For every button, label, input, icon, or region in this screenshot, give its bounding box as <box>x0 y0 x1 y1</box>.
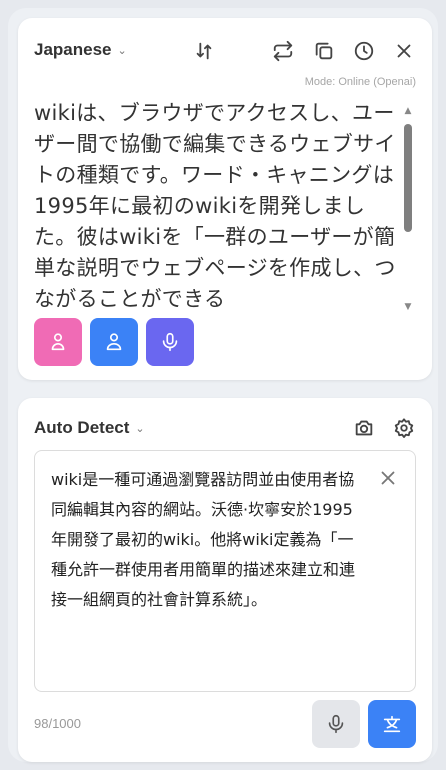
close-icon[interactable] <box>391 38 417 64</box>
microphone-button[interactable] <box>146 318 194 366</box>
chevron-down-icon: ⌄ <box>135 422 145 435</box>
microphone-icon <box>328 714 344 734</box>
male-voice-button[interactable] <box>90 318 138 366</box>
translate-button[interactable] <box>368 700 416 748</box>
microphone-icon <box>162 332 178 352</box>
translation-text[interactable]: wiki是一種可通過瀏覽器訪問並由使用者協同編輯其內容的網站。沃德·坎寧安於19… <box>51 465 361 615</box>
translate-icon <box>383 715 401 733</box>
scrollbar-thumb[interactable] <box>404 124 412 232</box>
mode-indicator: Mode: Online (Openai) <box>304 76 416 88</box>
source-card: Japanese ⌄ Mode: Online (Openai) wikiは、ブ… <box>18 18 432 380</box>
scroll-up-arrow-icon[interactable]: ▲ <box>402 106 414 116</box>
chevron-down-icon: ⌄ <box>117 44 127 57</box>
scroll-down-arrow-icon[interactable]: ▼ <box>402 302 414 312</box>
target-language-label: Auto Detect <box>34 418 130 437</box>
male-person-icon <box>106 333 122 351</box>
source-text[interactable]: wikiは、ブラウザでアクセスし、ユーザー間で協働で編集できるウェブサイトの種類… <box>34 98 400 312</box>
target-language-select[interactable]: Auto Detect ⌄ <box>34 418 145 438</box>
settings-icon[interactable] <box>391 415 417 441</box>
repeat-icon[interactable] <box>270 38 296 64</box>
scrollbar[interactable]: ▲ ▼ <box>402 106 414 312</box>
clear-result-icon[interactable] <box>377 467 399 489</box>
source-language-select[interactable]: Japanese ⌄ <box>34 40 127 60</box>
camera-icon[interactable] <box>351 415 377 441</box>
translation-result-box[interactable]: wiki是一種可通過瀏覽器訪問並由使用者協同編輯其內容的網站。沃德·坎寧安於19… <box>34 450 416 692</box>
female-person-icon <box>51 333 65 351</box>
target-card: Auto Detect ⌄ wiki是一種可通過瀏覽器訪問並由使用者協同編輯其內… <box>18 398 432 762</box>
source-language-label: Japanese <box>34 40 112 59</box>
swap-arrows-icon[interactable] <box>191 38 217 64</box>
copy-icon[interactable] <box>311 38 337 64</box>
voice-input-button[interactable] <box>312 700 360 748</box>
female-voice-button[interactable] <box>34 318 82 366</box>
character-count: 98/1000 <box>34 716 81 731</box>
history-icon[interactable] <box>351 38 377 64</box>
